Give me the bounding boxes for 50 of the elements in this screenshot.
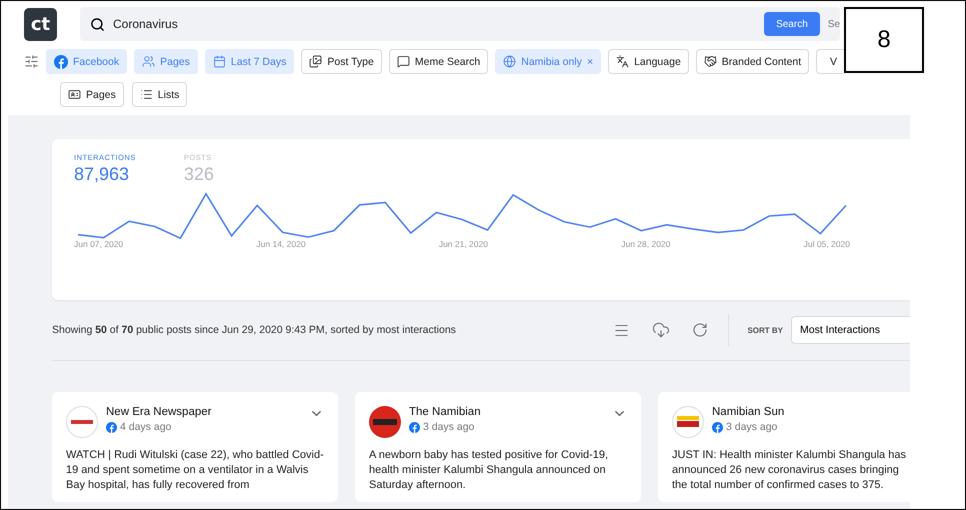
- source-name[interactable]: New Era Newspaper: [106, 406, 301, 418]
- stat-value: 326: [184, 164, 214, 185]
- post-text: A newborn baby has tested positive for Covid-19, health minister Kalumbi Shangula announced on Saturday afternoon.: [369, 448, 610, 493]
- download-icon[interactable]: [652, 321, 670, 339]
- post-text: JUST IN: Health minister Kalumbi Shangula has announced 26 new coronavirus cases bringing the total number of confirmed cases to 375.: [672, 448, 907, 493]
- post-text: WATCH | Rudi Witulski (case 22), who battled Covid-19 and spent sometime on a ventilator in a Walvis Bay hospital, has fully recovered from: [66, 448, 324, 493]
- filter-settings-icon[interactable]: [24, 54, 39, 69]
- filter-chip[interactable]: Lists: [132, 82, 188, 107]
- facebook-icon: [54, 54, 68, 68]
- logo-icon: [369, 406, 401, 438]
- logo[interactable]: ct: [24, 8, 57, 40]
- filter-chip[interactable]: Pages: [60, 82, 124, 107]
- filter-chip[interactable]: Language: [608, 49, 689, 74]
- filter-chip[interactable]: Post Type: [301, 49, 382, 74]
- facebook-icon: [106, 422, 117, 432]
- filter-chip[interactable]: V: [816, 49, 844, 74]
- refresh-icon[interactable]: [692, 322, 708, 338]
- page-number: 8: [844, 7, 924, 73]
- translate-icon: [616, 55, 630, 68]
- message-icon: [396, 55, 410, 68]
- globe-icon: [503, 55, 516, 68]
- logo-icon: [672, 406, 704, 438]
- post-time: 4 days ago: [120, 421, 172, 433]
- axis-label: Jul 05, 2020: [804, 239, 850, 249]
- logo-icon: [66, 406, 98, 438]
- search-button[interactable]: Search: [764, 12, 820, 36]
- people-icon: [142, 55, 156, 68]
- results-summary: Showing 50 of 70 public posts since Jun 29, 2020 9:43 PM, sorted by most interactions: [52, 324, 457, 336]
- post-time: 3 days ago: [423, 421, 474, 433]
- filter-chip[interactable]: Meme Search: [388, 49, 488, 74]
- axis-label: Jun 07, 2020: [74, 239, 124, 249]
- search-field[interactable]: Coronavirus Search Se: [80, 7, 840, 41]
- facebook-icon: [712, 422, 723, 432]
- filter-chip[interactable]: Branded Content: [696, 49, 810, 74]
- images-icon: [309, 55, 322, 68]
- facebook-icon: [409, 422, 420, 432]
- axis-label: Jun 21, 2020: [438, 239, 488, 249]
- axis-label: Jun 28, 2020: [621, 239, 670, 249]
- search-option-text[interactable]: Se: [828, 18, 840, 30]
- post-time: 3 days ago: [726, 421, 778, 433]
- search-icon: [90, 16, 105, 32]
- sort-select[interactable]: Most Interactions: [791, 316, 910, 344]
- handshake-icon: [704, 55, 717, 68]
- source-name[interactable]: The Namibian: [409, 406, 604, 418]
- sort-label: SORT BY: [747, 326, 783, 334]
- calendar-icon: [212, 55, 226, 68]
- id-card-icon: [68, 88, 81, 101]
- stat-value: 87,963: [74, 164, 130, 185]
- source-name[interactable]: Namibian Sun: [712, 406, 910, 418]
- axis-label: Jun 14, 2020: [256, 239, 306, 249]
